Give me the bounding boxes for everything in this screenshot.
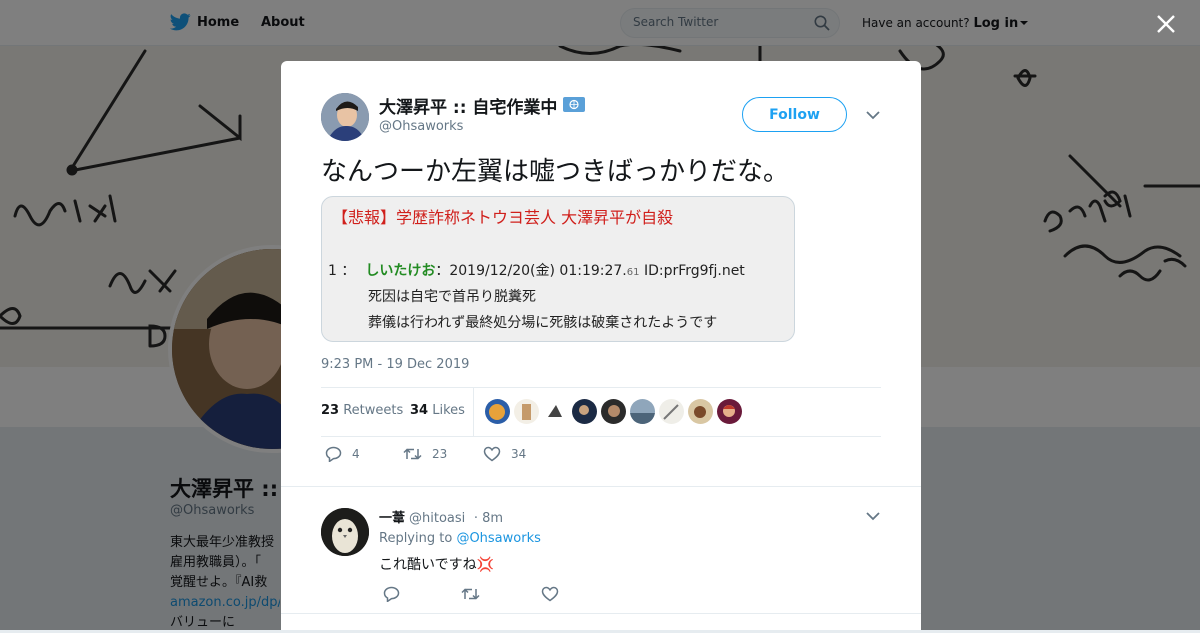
image-post-ms: 61 xyxy=(626,267,640,278)
tweet-modal: 大澤昇平 :: 自宅作業中 @Ohsaworks Follow なんつーか左翼は… xyxy=(281,61,921,630)
likes-stat[interactable]: 34 Likes xyxy=(410,403,465,418)
tweet-stats: 23 Retweets 34 Likes xyxy=(321,387,881,437)
reply-author-name: 一葦 xyxy=(379,511,406,526)
tweet-text: なんつーか左翼は嘘つきばっかりだな。 xyxy=(321,157,790,187)
reply-count: 4 xyxy=(352,447,360,461)
reply-author[interactable]: 一葦 @hitoasi · 8m xyxy=(379,507,503,526)
heart-icon[interactable] xyxy=(541,586,559,602)
image-title: 【悲報】学歴詐称ネトウヨ芸人 大澤昇平が自殺 xyxy=(332,208,674,227)
stats-divider xyxy=(473,388,474,436)
author-name-text: 大澤昇平 :: 自宅作業中 xyxy=(379,98,558,118)
close-icon[interactable] xyxy=(1156,14,1176,34)
liker-avatar[interactable] xyxy=(659,399,684,424)
replying-to: Replying to @Ohsaworks xyxy=(379,531,541,546)
retweets-stat[interactable]: 23 Retweets xyxy=(321,403,403,418)
author-name[interactable]: 大澤昇平 :: 自宅作業中 xyxy=(379,93,586,118)
retweets-count: 23 xyxy=(321,403,340,418)
liker-avatar[interactable] xyxy=(630,399,655,424)
owl-photo xyxy=(321,508,369,556)
reply-author-avatar[interactable] xyxy=(321,508,369,556)
image-text-line: 死因は自宅で首吊り脱糞死 xyxy=(368,289,536,305)
image-text-line: 葬儀は行われず最終処分場に死骸は破棄されたようです xyxy=(368,315,718,331)
image-post-id: ID:prFrg9fj.net xyxy=(639,263,745,279)
follow-button[interactable]: Follow xyxy=(742,97,847,132)
author-avatar[interactable] xyxy=(321,93,369,141)
un-flag-icon xyxy=(563,97,586,112)
reply-author-handle: @hitoasi xyxy=(409,511,466,526)
retweet-action[interactable]: 23 xyxy=(403,446,447,462)
liker-avatar[interactable] xyxy=(514,399,539,424)
chevron-down-icon[interactable] xyxy=(866,110,880,120)
image-post-meta: ：2019/12/20(金) 01:19:27. xyxy=(435,263,627,279)
liker-avatar[interactable] xyxy=(601,399,626,424)
liker-avatar[interactable] xyxy=(485,399,510,424)
image-post-number: 1 ： xyxy=(328,263,356,279)
image-post-header: 1 ： しいたけお：2019/12/20(金) 01:19:27.61 ID:pr… xyxy=(328,260,745,280)
tweet-image[interactable]: 【悲報】学歴詐称ネトウヨ芸人 大澤昇平が自殺 1 ： しいたけお：2019/12/… xyxy=(321,196,795,342)
chevron-down-icon[interactable] xyxy=(866,511,880,521)
retweet-icon[interactable] xyxy=(403,446,422,462)
like-action[interactable]: 34 xyxy=(483,446,526,462)
image-poster-name: しいたけお xyxy=(365,263,436,279)
next-reply-divider xyxy=(281,613,921,630)
liker-avatar[interactable] xyxy=(717,399,742,424)
reply-text: これ酷いですね💢 xyxy=(379,557,495,573)
likes-label: Likes xyxy=(432,403,465,418)
reply-action[interactable]: 4 xyxy=(325,446,360,463)
retweets-label: Retweets xyxy=(343,403,404,418)
retweet-icon[interactable] xyxy=(461,586,480,602)
author-handle[interactable]: @Ohsaworks xyxy=(379,119,463,134)
reply-icon[interactable] xyxy=(325,446,342,463)
author-photo xyxy=(321,93,369,141)
like-count: 34 xyxy=(511,447,527,461)
replying-to-label: Replying to xyxy=(379,531,453,546)
replying-to-handle[interactable]: @Ohsaworks xyxy=(456,531,540,546)
replies-divider xyxy=(281,486,921,499)
liker-avatar[interactable] xyxy=(543,399,568,424)
heart-icon[interactable] xyxy=(483,446,501,462)
retweet-count: 23 xyxy=(432,447,448,461)
reply-time[interactable]: · 8m xyxy=(474,511,503,526)
reply-icon[interactable] xyxy=(383,586,400,602)
tweet-actions: 4 23 34 xyxy=(321,446,621,466)
liker-avatar[interactable] xyxy=(572,399,597,424)
tweet-timestamp[interactable]: 9:23 PM - 19 Dec 2019 xyxy=(321,357,469,372)
liker-avatar[interactable] xyxy=(688,399,713,424)
likes-count: 34 xyxy=(410,403,429,418)
